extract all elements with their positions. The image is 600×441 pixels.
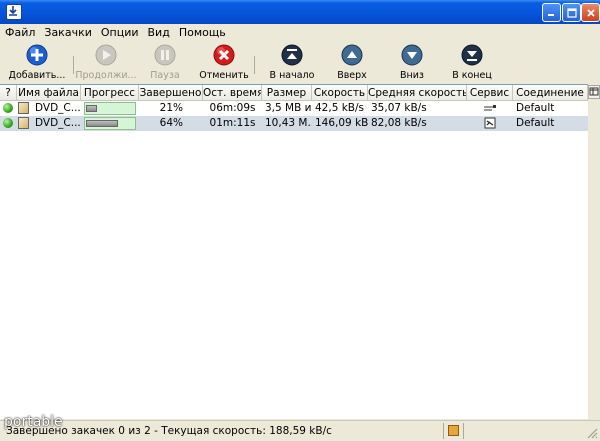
status-notification-icon[interactable] <box>448 425 459 436</box>
column-header-status[interactable]: ? <box>0 85 17 101</box>
menu-view[interactable]: Вид <box>143 26 174 39</box>
download-list[interactable]: ? Имя файла Прогресс Завершено Ост. врем… <box>0 84 588 419</box>
cancel-icon <box>213 44 235 66</box>
columns-icon <box>589 87 599 96</box>
add-button-label: Добавить... <box>8 70 66 81</box>
move-up-icon <box>341 44 363 66</box>
column-header-completed[interactable]: Завершено <box>139 85 203 101</box>
toolbar: Добавить... Продолжи... Пауза Отменить В… <box>0 42 600 84</box>
title-bar[interactable] <box>0 0 600 24</box>
play-icon <box>95 44 117 66</box>
column-chooser-button[interactable] <box>588 85 600 99</box>
maximize-icon <box>566 7 577 18</box>
add-icon <box>26 44 48 66</box>
resize-grip-icon[interactable] <box>586 427 598 439</box>
menu-downloads[interactable]: Закачки <box>39 26 95 39</box>
app-download-icon <box>6 4 22 20</box>
minimize-button[interactable] <box>542 3 561 22</box>
file-icon <box>18 117 29 129</box>
move-bottom-button-label: В конец <box>452 70 492 81</box>
menu-options[interactable]: Опции <box>96 26 143 39</box>
row-avg-speed: 82,08 kB/s <box>371 117 427 129</box>
maximize-button[interactable] <box>562 3 581 22</box>
row-completed: 21% <box>159 102 183 114</box>
toolbar-separator <box>254 56 255 74</box>
column-header-size[interactable]: Размер <box>262 85 312 101</box>
move-bottom-icon <box>461 44 483 66</box>
move-top-icon <box>281 44 303 66</box>
table-row[interactable]: DVD_C... 21% 06m:09s 3,5 MB и... 42,5 kB… <box>0 101 588 116</box>
progress-fill <box>86 120 118 127</box>
file-icon <box>18 102 29 114</box>
menu-help[interactable]: Помощь <box>174 26 230 39</box>
column-header-row: ? Имя файла Прогресс Завершено Ост. врем… <box>0 85 600 102</box>
row-connection: Default <box>516 102 555 114</box>
column-header-remaining[interactable]: Ост. время <box>203 85 262 101</box>
row-progress <box>84 117 136 130</box>
status-active-icon <box>3 103 13 113</box>
row-filename: DVD_C... <box>35 102 81 114</box>
row-progress <box>84 102 136 115</box>
column-header-speed[interactable]: Скорость <box>312 85 368 101</box>
status-bar: Завершено закачек 0 из 2 - Текущая скоро… <box>0 420 600 441</box>
row-avg-speed: 35,07 kB/s <box>371 102 427 114</box>
pause-icon <box>154 44 176 66</box>
row-speed: 42,5 kB/s <box>315 102 365 114</box>
column-header-filename[interactable]: Имя файла <box>17 85 81 101</box>
menu-bar: Файл Закачки Опции Вид Помощь <box>0 24 600 41</box>
cancel-button-label: Отменить <box>199 70 249 81</box>
menu-file[interactable]: Файл <box>0 26 39 39</box>
service-icon <box>483 117 497 129</box>
row-filename: DVD_C... <box>35 117 81 129</box>
row-remaining: 01m:11s <box>209 117 256 129</box>
table-row[interactable]: DVD_C... 64% 01m:11s 10,43 M... 146,09 k… <box>0 116 588 131</box>
column-header-progress[interactable]: Прогресс <box>81 85 139 101</box>
close-icon <box>586 8 595 17</box>
column-header-connection[interactable]: Соединение <box>513 85 588 101</box>
close-button[interactable] <box>581 3 600 22</box>
status-active-icon <box>3 118 13 128</box>
row-completed: 64% <box>159 117 183 129</box>
cancel-button[interactable]: Отменить <box>189 44 259 84</box>
service-icon <box>483 102 497 114</box>
row-remaining: 06m:09s <box>209 102 256 114</box>
column-header-avg-speed[interactable]: Средняя скорость <box>368 85 467 101</box>
minimize-icon <box>548 14 554 16</box>
status-separator <box>463 423 464 439</box>
move-down-icon <box>401 44 423 66</box>
status-separator <box>443 423 444 439</box>
watermark: portable <box>4 414 63 430</box>
right-strip <box>588 84 600 418</box>
progress-fill <box>86 105 97 112</box>
add-button[interactable]: Добавить... <box>2 44 72 84</box>
row-connection: Default <box>516 117 555 129</box>
row-size: 10,43 M... <box>265 117 312 129</box>
column-header-service[interactable]: Сервис <box>467 85 513 101</box>
row-speed: 146,09 kB/s <box>315 117 368 129</box>
move-bottom-button[interactable]: В конец <box>437 44 507 84</box>
row-size: 3,5 MB и... <box>265 102 312 114</box>
